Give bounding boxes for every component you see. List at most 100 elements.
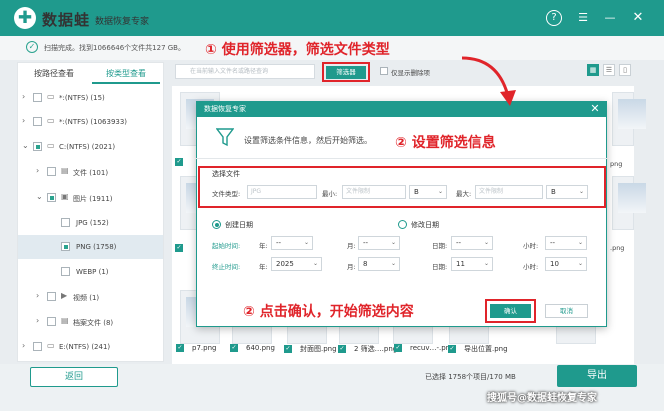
end-year-select[interactable]: 2025 ⌄: [271, 257, 322, 271]
chevron-down-icon: ⌄: [577, 260, 583, 267]
file-name-item[interactable]: ✓ recuv…-.png: [394, 344, 455, 356]
minimize-icon[interactable]: —: [602, 10, 618, 26]
end-day-select[interactable]: 11 ⌄: [451, 257, 493, 271]
tree-expand-icon[interactable]: ›: [22, 92, 30, 101]
dialog-close-icon[interactable]: ✕: [587, 101, 603, 117]
grid-view-icon[interactable]: ▦: [587, 64, 599, 76]
tree-item[interactable]: › ▶ 视频 (1): [18, 285, 163, 309]
start-day-select[interactable]: -- ⌄: [451, 236, 493, 250]
tree-checkbox[interactable]: [61, 218, 70, 227]
tree-expand-icon[interactable]: ›: [36, 291, 44, 300]
tree-item[interactable]: › ▤ 文件 (101): [18, 160, 163, 184]
drive-icon: ▣: [61, 192, 69, 201]
chevron-down-icon: ⌄: [483, 239, 489, 246]
file-name-label: 2 筛选….png: [354, 345, 398, 353]
file-name-item[interactable]: ✓ p7.png: [176, 344, 216, 356]
tree-checkbox[interactable]: [47, 292, 56, 301]
end-month-select[interactable]: 8 ⌄: [358, 257, 400, 271]
file-checkbox[interactable]: ✓: [394, 344, 402, 352]
cancel-button[interactable]: 取消: [545, 304, 588, 318]
tree-checkbox[interactable]: [47, 193, 56, 202]
file-name-item[interactable]: ✓ 导出位置.png: [448, 344, 508, 356]
start-year-select[interactable]: -- ⌄: [271, 236, 313, 250]
tree-checkbox[interactable]: [33, 117, 42, 126]
tree-item[interactable]: ⌄ ▭ C:(NTFS) (2021): [18, 135, 163, 159]
chevron-down-icon: ⌄: [437, 188, 443, 195]
tree-expand-icon[interactable]: ›: [22, 341, 30, 350]
tree-expand-icon[interactable]: ›: [36, 316, 44, 325]
file-name-label: .png: [610, 244, 625, 252]
file-thumbnail[interactable]: [612, 92, 646, 146]
max-size-label: 最大:: [456, 190, 472, 198]
tree-item-label: PNG (1758): [76, 243, 117, 251]
search-input[interactable]: 在当前输入文件名或路径查询: [175, 64, 315, 79]
max-size-unit-select[interactable]: B ⌄: [546, 185, 588, 199]
file-checkbox[interactable]: ✓: [284, 345, 292, 353]
tab-by-path[interactable]: 按路径查看: [20, 64, 88, 84]
start-time-label: 起始时间:: [212, 242, 241, 250]
file-name-label: png: [610, 160, 623, 168]
chevron-down-icon: ⌄: [303, 239, 309, 246]
tree-checkbox[interactable]: [61, 267, 70, 276]
file-checkbox[interactable]: ✓: [230, 344, 238, 352]
tree-checkbox[interactable]: [47, 167, 56, 176]
min-size-input[interactable]: 文件限制: [342, 185, 406, 199]
tree-item-label: 图片 (1911): [73, 195, 113, 203]
tree-item-label: WEBP (1): [76, 268, 109, 276]
created-date-radio[interactable]: [212, 220, 221, 229]
tree-item[interactable]: › ▭ *:(NTFS) (1063933): [18, 110, 163, 134]
max-size-input[interactable]: 文件限制: [475, 185, 543, 199]
file-checkbox[interactable]: ✓: [176, 344, 184, 352]
file-checkbox[interactable]: ✓: [175, 244, 183, 252]
back-button[interactable]: 返回: [30, 367, 118, 387]
tree-checkbox[interactable]: [33, 93, 42, 102]
start-hour-label: 小时:: [523, 242, 539, 250]
app-logo-icon: ✚: [14, 7, 36, 29]
end-hour-select[interactable]: 10 ⌄: [545, 257, 587, 271]
help-icon[interactable]: ?: [546, 10, 562, 26]
tree-item[interactable]: WEBP (1): [18, 260, 163, 284]
annotation-step-3: ② 点击确认，开始筛选内容: [243, 304, 414, 320]
file-name-item[interactable]: ✓ 640.png: [230, 344, 275, 356]
start-hour-select[interactable]: -- ⌄: [545, 236, 587, 250]
menu-icon[interactable]: ☰: [575, 10, 591, 26]
file-name-item[interactable]: ✓ 封面图.png: [284, 344, 337, 356]
file-thumbnail[interactable]: [612, 176, 646, 230]
list-view-icon[interactable]: ☰: [603, 64, 615, 76]
tree-item[interactable]: PNG (1758): [18, 235, 163, 259]
modified-date-radio[interactable]: [398, 220, 407, 229]
file-type-input[interactable]: JPG: [247, 185, 317, 199]
tree-expand-icon[interactable]: ›: [36, 166, 44, 175]
tree-item-label: 文件 (101): [73, 169, 109, 177]
end-hour-label: 小时:: [523, 263, 539, 271]
file-checkbox[interactable]: ✓: [175, 158, 183, 166]
tree-item[interactable]: › ▭ E:(NTFS) (241): [18, 335, 163, 359]
detail-view-icon[interactable]: ▯: [619, 64, 631, 76]
file-checkbox[interactable]: ✓: [448, 345, 456, 353]
tree-checkbox[interactable]: [33, 342, 42, 351]
confirm-button[interactable]: 确认: [490, 304, 531, 318]
tree-item[interactable]: ⌄ ▣ 图片 (1911): [18, 186, 163, 210]
tree-checkbox[interactable]: [61, 242, 70, 251]
tree-item-label: *:(NTFS) (15): [59, 94, 105, 102]
file-name-item[interactable]: ✓ 2 筛选….png: [338, 344, 397, 356]
tree-item[interactable]: › ▭ *:(NTFS) (15): [18, 86, 163, 110]
start-month-select[interactable]: -- ⌄: [358, 236, 400, 250]
export-button[interactable]: 导出: [557, 365, 637, 387]
tree-expand-icon[interactable]: ⌄: [22, 141, 30, 150]
file-checkbox[interactable]: ✓: [338, 345, 346, 353]
tree-item[interactable]: › ▤ 档案文件 (8): [18, 310, 163, 334]
tree-expand-icon[interactable]: ⌄: [36, 192, 44, 201]
filter-highlight-box: [322, 62, 370, 82]
show-deleted-label: 仅显示删除项: [391, 69, 430, 77]
tree-checkbox[interactable]: [47, 317, 56, 326]
chevron-down-icon: ⌄: [577, 239, 583, 246]
tree-expand-icon[interactable]: ›: [22, 116, 30, 125]
show-deleted-checkbox[interactable]: [380, 67, 388, 75]
min-size-unit-select[interactable]: B ⌄: [409, 185, 447, 199]
tab-by-type[interactable]: 按类型查看: [92, 64, 160, 84]
close-icon[interactable]: ✕: [630, 10, 646, 26]
tree-item[interactable]: JPG (152): [18, 211, 163, 235]
tree-checkbox[interactable]: [33, 142, 42, 151]
file-name-label: 封面图.png: [300, 345, 337, 353]
